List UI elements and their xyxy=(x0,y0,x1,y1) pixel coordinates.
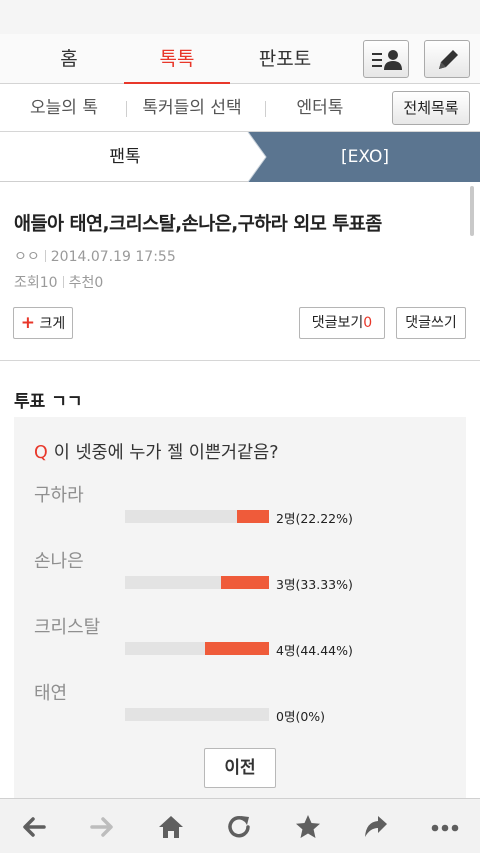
enlarge-button[interactable]: + 크게 xyxy=(13,307,73,339)
post-title: 애들아 태연,크리스탈,손나은,구하라 외모 투표좀 xyxy=(14,214,382,235)
breadcrumb-exo[interactable]: [EXO] xyxy=(265,132,465,182)
post-content: 애들아 태연,크리스탈,손나은,구하라 외모 투표좀 ㅇㅇ 2014.07.19 … xyxy=(0,182,480,798)
sub-nav: 오늘의 톡 톡커들의 선택 엔터톡 전체목록 xyxy=(0,84,480,132)
write-comment-button[interactable]: 댓글쓰기 xyxy=(396,307,466,339)
forward-button[interactable] xyxy=(82,807,122,847)
share-button[interactable] xyxy=(356,807,396,847)
recommend-count: 0 xyxy=(94,275,104,291)
forward-arrow-icon xyxy=(90,817,113,837)
prev-button[interactable]: 이전 xyxy=(204,748,276,788)
star-icon xyxy=(296,815,320,838)
post-datetime: 2014.07.19 17:55 xyxy=(50,249,176,265)
sub-nav-divider xyxy=(126,101,127,117)
views-label: 조회 xyxy=(14,275,40,291)
poll-option-name[interactable]: 구하라 xyxy=(34,481,84,507)
more-button[interactable] xyxy=(425,807,465,847)
tab-home[interactable]: 홈 xyxy=(14,34,124,84)
post-author-date: ㅇㅇ 2014.07.19 17:55 xyxy=(14,246,176,266)
question-mark-label: Q xyxy=(34,443,48,463)
sub-nav-today[interactable]: 오늘의 톡 xyxy=(14,84,114,132)
home-icon xyxy=(159,816,183,838)
main-tab-bar: 홈 톡톡 판포토 xyxy=(0,34,480,85)
poll-option-fill xyxy=(237,510,269,523)
back-button[interactable] xyxy=(14,807,54,847)
poll-option-bar xyxy=(125,576,269,589)
pencil-icon xyxy=(439,50,458,69)
sub-nav-divider xyxy=(265,101,266,117)
tab-toktok[interactable]: 톡톡 xyxy=(124,34,230,85)
poll-option-bar xyxy=(125,642,269,655)
plus-icon: + xyxy=(20,313,36,333)
browser-toolbar xyxy=(0,798,480,853)
enlarge-label: 크게 xyxy=(39,316,66,332)
poll-option-name[interactable]: 크리스탈 xyxy=(34,613,100,639)
tab-panphoto[interactable]: 판포토 xyxy=(230,34,340,84)
more-icon xyxy=(431,824,459,832)
poll-question-text: 이 넷중에 누가 젤 이쁜거같음? xyxy=(53,443,279,463)
comment-count: 0 xyxy=(363,315,373,331)
poll-option-name[interactable]: 태연 xyxy=(34,679,67,705)
write-button[interactable] xyxy=(424,40,470,78)
poll-question: Q이 넷중에 누가 젤 이쁜거같음? xyxy=(34,439,279,464)
share-icon xyxy=(365,816,387,837)
views-count: 10 xyxy=(39,275,58,291)
poll-option-result: 2명(22.22%) xyxy=(276,511,353,526)
refresh-icon xyxy=(228,815,250,838)
poll-option-result: 4명(44.44%) xyxy=(276,643,353,658)
home-button[interactable] xyxy=(151,807,191,847)
divider xyxy=(0,360,480,361)
poll-option-bar xyxy=(125,708,269,721)
poll-option-result: 0명(0%) xyxy=(276,709,326,724)
poll-box: Q이 넷중에 누가 젤 이쁜거같음? 구하라 2명(22.22%) 손나은 3명… xyxy=(14,417,466,798)
breadcrumb-fantalk[interactable]: 팬톡 xyxy=(0,132,250,182)
poll-option-name[interactable]: 손나은 xyxy=(34,547,84,573)
poll-option-fill xyxy=(205,642,269,655)
bookmark-button[interactable] xyxy=(288,807,328,847)
status-strip xyxy=(0,0,480,34)
vote-heading: 투표 ㄱㄱ xyxy=(14,392,83,412)
view-comments-button[interactable]: 댓글보기0 xyxy=(299,307,385,339)
recommend-label: 추천 xyxy=(68,275,95,291)
all-list-button[interactable]: 전체목록 xyxy=(392,91,470,125)
post-stats: 조회10 추천0 xyxy=(14,272,103,292)
sub-nav-entertalk[interactable]: 엔터톡 xyxy=(280,84,360,132)
post-author: ㅇㅇ xyxy=(14,249,40,265)
refresh-button[interactable] xyxy=(219,807,259,847)
poll-option-fill xyxy=(221,576,269,589)
sub-nav-talkers-choice[interactable]: 톡커들의 선택 xyxy=(132,84,252,132)
view-comments-label: 댓글보기 xyxy=(311,315,364,331)
back-arrow-icon xyxy=(23,817,46,837)
user-list-icon xyxy=(372,50,402,70)
breadcrumb: 팬톡 [EXO] xyxy=(0,132,480,182)
user-list-button[interactable] xyxy=(363,40,409,78)
poll-option-result: 3명(33.33%) xyxy=(276,577,353,592)
scrollbar[interactable] xyxy=(470,186,474,236)
poll-option-bar xyxy=(125,510,269,523)
